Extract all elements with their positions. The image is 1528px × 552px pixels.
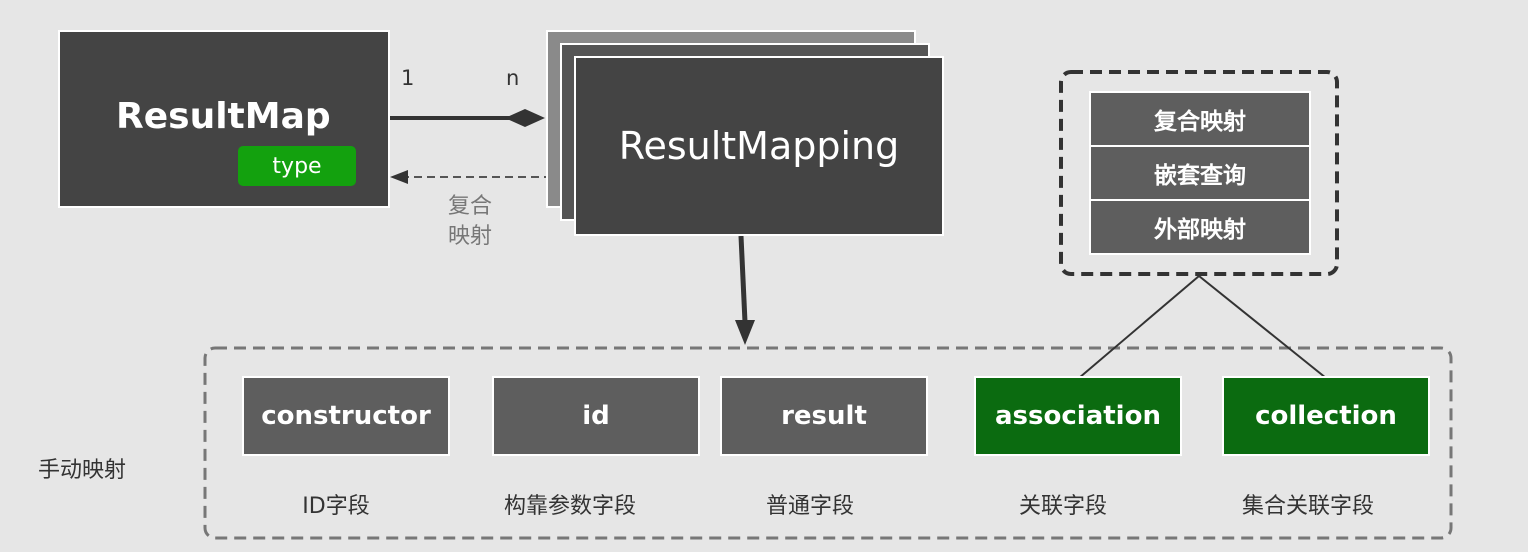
back-reference-arrowhead: [390, 170, 408, 184]
field-id[interactable]: id: [492, 376, 700, 456]
down-arrow-head: [735, 320, 755, 345]
back-reference-label-line1: 复合: [447, 194, 492, 219]
caption-association: 关联字段: [1018, 494, 1107, 519]
caption-id: 构靠参数字段: [503, 494, 636, 519]
multiplicity-many: n: [506, 66, 520, 90]
caption-result: 普通字段: [765, 494, 854, 519]
link-to-association: [1078, 275, 1200, 379]
field-association[interactable]: association: [974, 376, 1182, 456]
down-arrow-line: [738, 235, 748, 323]
mapping-type-external[interactable]: 外部映射: [1089, 199, 1311, 255]
field-result[interactable]: result: [720, 376, 928, 456]
mapping-type-composite[interactable]: 复合映射: [1089, 91, 1311, 147]
field-collection[interactable]: collection: [1222, 376, 1430, 456]
field-constructor[interactable]: constructor: [242, 376, 450, 456]
mapping-types-list: 复合映射 嵌套查询 外部映射: [1089, 91, 1311, 255]
back-reference-label: 复合 映射: [440, 192, 500, 252]
result-map-title: ResultMap: [116, 96, 331, 137]
link-to-collection: [1198, 275, 1327, 379]
caption-constructor: ID字段: [302, 494, 370, 519]
mapping-type-nested-query[interactable]: 嵌套查询: [1089, 145, 1311, 201]
back-reference-label-line2: 映射: [447, 224, 492, 249]
multiplicity-one: 1: [401, 66, 415, 90]
caption-collection: 集合关联字段: [1241, 494, 1374, 519]
result-mapping-box[interactable]: ResultMapping: [574, 56, 944, 236]
composition-diamond: [505, 109, 545, 127]
result-map-box[interactable]: ResultMap type: [58, 30, 390, 208]
type-badge: type: [238, 146, 356, 186]
manual-mapping-label: 手动映射: [38, 458, 127, 483]
